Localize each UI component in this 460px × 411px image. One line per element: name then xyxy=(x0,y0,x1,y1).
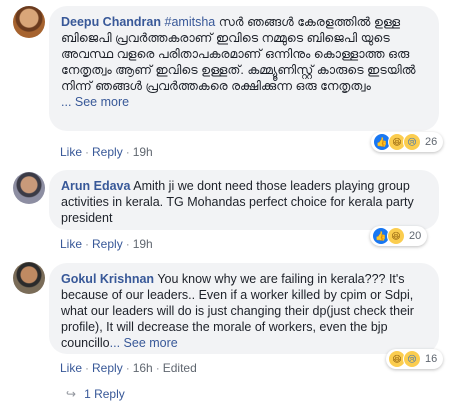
reaction-count: 20 xyxy=(409,230,422,242)
haha-icon: 😆 xyxy=(387,227,405,245)
comment-actions: Like · Reply · 16h · Edited xyxy=(60,361,197,375)
reply-link[interactable]: Reply xyxy=(92,361,123,375)
reaction-count: 26 xyxy=(425,136,438,148)
sad-icon: 😢 xyxy=(403,133,421,151)
reaction-summary[interactable]: 👍 😆 20 xyxy=(370,226,428,246)
like-link[interactable]: Like xyxy=(60,237,82,251)
hashtag[interactable]: #amitsha xyxy=(165,15,216,29)
view-replies[interactable]: ↪ 1 Reply xyxy=(66,387,125,401)
comment-bubble: Arun Edava Amith ji we dont need those l… xyxy=(49,170,439,230)
comment-bubble: Gokul Krishnan You know why we are faili… xyxy=(49,263,439,354)
reaction-summary[interactable]: 👍 😆 😢 26 xyxy=(371,132,444,152)
comment-author[interactable]: Arun Edava xyxy=(61,179,130,193)
reply-link[interactable]: Reply xyxy=(92,145,123,159)
edited-label[interactable]: Edited xyxy=(163,361,197,375)
comment-author[interactable]: Deepu Chandran xyxy=(61,15,161,29)
like-link[interactable]: Like xyxy=(60,145,82,159)
timestamp[interactable]: 19h xyxy=(133,237,153,251)
avatar[interactable] xyxy=(13,172,45,204)
comment-bubble: Deepu Chandran #amitsha സർ ഞങ്ങൾ കേരളത്ത… xyxy=(49,6,439,131)
timestamp[interactable]: 16h xyxy=(133,361,153,375)
reaction-summary[interactable]: 😆 😢 16 xyxy=(386,349,444,369)
see-more-link[interactable]: ... See more xyxy=(110,336,178,350)
reply-link[interactable]: Reply xyxy=(92,237,123,251)
sad-icon: 😢 xyxy=(403,350,421,368)
comment-actions: Like · Reply · 19h xyxy=(60,145,153,159)
like-link[interactable]: Like xyxy=(60,361,82,375)
timestamp[interactable]: 19h xyxy=(133,145,153,159)
avatar[interactable] xyxy=(13,6,45,38)
reaction-count: 16 xyxy=(425,353,438,365)
comment-actions: Like · Reply · 19h xyxy=(60,237,153,251)
comment-author[interactable]: Gokul Krishnan xyxy=(61,272,154,286)
see-more-link[interactable]: ... See more xyxy=(61,95,129,109)
replies-link[interactable]: 1 Reply xyxy=(84,387,125,401)
avatar[interactable] xyxy=(13,262,45,294)
reply-arrow-icon: ↪ xyxy=(66,387,77,401)
